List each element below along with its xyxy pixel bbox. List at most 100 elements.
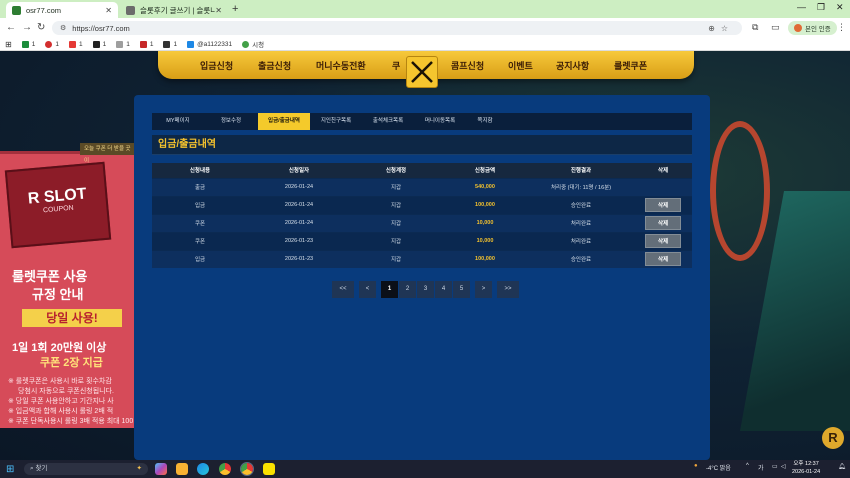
sidebar-icon[interactable]: ▭ xyxy=(771,22,780,33)
column-header: 신청내용 xyxy=(152,163,248,178)
bookmark-item[interactable]: 1 xyxy=(68,40,83,48)
bookmark-item[interactable]: 1 xyxy=(163,40,177,48)
tab-edit-info[interactable]: 정보수정 xyxy=(204,113,258,130)
banner-note: ※ 당일 쿠폰 사용안하고 기간지나 사 xyxy=(8,398,114,405)
nav-notice[interactable]: 공지사항 xyxy=(556,59,589,72)
bookmarks-bar: ⊞ 1 1 1 1 1 1 1 @a1122331 시청 xyxy=(0,38,850,51)
nav-deposit[interactable]: 입금신청 xyxy=(200,59,233,72)
table-row: 입금 2026-01-23 지갑 100,000 승인완료 삭제 xyxy=(152,249,692,268)
bookmark-item[interactable]: 1 xyxy=(92,40,106,48)
tab-close-icon[interactable]: ✕ xyxy=(105,6,112,15)
banner-tag: 당일 사용! xyxy=(22,309,122,327)
notification-bell-icon[interactable]: 🔔︎ xyxy=(838,463,846,470)
network-icon[interactable]: ▭ xyxy=(772,463,778,470)
delete-button[interactable]: 삭제 xyxy=(645,198,681,212)
page-button-5[interactable]: 5 xyxy=(453,281,470,298)
nav-event[interactable]: 이벤트 xyxy=(508,59,533,72)
page-button-3[interactable]: 3 xyxy=(417,281,434,298)
tab-close-icon[interactable]: ✕ xyxy=(215,6,222,15)
copilot-sparkle-icon: ✦ xyxy=(136,465,142,472)
photos-app-icon[interactable] xyxy=(155,463,167,475)
cell-account: 지갑 xyxy=(350,231,442,250)
reload-icon[interactable]: ↻ xyxy=(37,22,45,33)
nav-roulette-coupon[interactable]: 룰렛쿠폰 xyxy=(614,59,647,72)
apps-grid-icon[interactable]: ⊞ xyxy=(5,40,12,49)
browser-tab-osr77[interactable]: osr77.com ✕ xyxy=(6,2,118,18)
clock-time: 오후 12:37 xyxy=(793,461,819,467)
cell-type: 쿠폰 xyxy=(152,213,248,232)
cell-type: 입금 xyxy=(152,195,248,214)
nav-withdraw[interactable]: 출금신청 xyxy=(258,59,291,72)
delete-button[interactable]: 삭제 xyxy=(645,216,681,230)
cell-result: 승인완료 xyxy=(528,249,634,268)
close-window-icon[interactable]: ✕ xyxy=(836,2,844,13)
column-header: 진행결과 xyxy=(528,163,634,178)
chrome-profile-icon[interactable] xyxy=(240,462,254,476)
page-button-4[interactable]: 4 xyxy=(435,281,452,298)
bookmark-item[interactable]: @a1122331 xyxy=(187,40,232,48)
nav-coupon[interactable]: 쿠 xyxy=(392,59,400,72)
banner-note: 당첨시 자동으로 쿠폰신청됩니다. xyxy=(18,388,114,395)
sticky-notes-icon[interactable] xyxy=(176,463,188,475)
edge-browser-icon[interactable] xyxy=(197,463,209,475)
tab-money-move-list[interactable]: 머니이동목록 xyxy=(414,113,466,130)
last-page-button[interactable]: >> xyxy=(497,281,519,298)
cell-amount: 10,000 xyxy=(442,213,528,232)
menu-icon[interactable]: ⋮ xyxy=(837,22,846,33)
extensions-icon[interactable]: ⧉ xyxy=(752,22,758,33)
tray-overflow-icon[interactable]: ^ xyxy=(746,463,749,469)
cell-delete: 삭제 xyxy=(634,231,692,250)
taskbar-search[interactable]: ⌕ 찾기 ✦ xyxy=(24,463,148,475)
tab-friend-list[interactable]: 지인친구목록 xyxy=(310,113,362,130)
bookmark-item[interactable]: 시청 xyxy=(242,39,264,49)
kakaotalk-icon[interactable] xyxy=(263,463,275,475)
maximize-icon[interactable]: ❐ xyxy=(817,2,825,13)
site-info-icon[interactable]: ⚙ xyxy=(60,24,66,32)
delete-button[interactable]: 삭제 xyxy=(645,234,681,248)
bookmark-item[interactable]: 1 xyxy=(21,40,35,48)
bookmark-item[interactable]: 1 xyxy=(139,40,153,48)
browser-tab-review[interactable]: 슬롯후기 글쓰기 | 슬롯나라 - .. ✕ xyxy=(120,2,228,18)
chrome-browser-icon[interactable] xyxy=(219,463,231,475)
table-row: 출금 2026-01-24 지갑 540,000 처리중 (대기: 11명 / … xyxy=(152,177,692,196)
volume-icon[interactable]: ◁ xyxy=(781,463,786,470)
nav-comp[interactable]: 콤프신청 xyxy=(451,59,484,72)
weather-text[interactable]: -4°C 맑음 xyxy=(706,463,731,472)
cell-amount: 10,000 xyxy=(442,231,528,250)
bookmark-item[interactable]: 1 xyxy=(45,40,59,48)
tab-deposit-withdraw-history[interactable]: 입금/출금내역 xyxy=(258,113,310,130)
back-icon[interactable]: ← xyxy=(6,22,16,33)
cell-result: 처리완료 xyxy=(528,231,634,250)
tab-messages[interactable]: 쪽지함 xyxy=(466,113,504,130)
clock-date: 2026-01-24 xyxy=(792,468,821,475)
nav-money-transfer[interactable]: 머니수동전환 xyxy=(316,59,366,72)
next-page-button[interactable]: > xyxy=(475,281,492,298)
korean-ime-icon[interactable]: 가 xyxy=(758,463,764,472)
page-button-1[interactable]: 1 xyxy=(381,281,398,298)
address-bar[interactable]: ⚙ https://osr77.com ⊕☆ xyxy=(52,21,742,35)
page-button-2[interactable]: 2 xyxy=(399,281,416,298)
address-text: https://osr77.com xyxy=(72,23,130,33)
prev-page-button[interactable]: < xyxy=(359,281,376,298)
cell-result: 처리중 (대기: 11명 / 16분) xyxy=(528,177,634,196)
tab-attendance-list[interactable]: 출석체크목록 xyxy=(362,113,414,130)
cell-delete: 삭제 xyxy=(634,213,692,232)
table-row: 쿠폰 2026-01-23 지갑 10,000 처리완료 삭제 xyxy=(152,231,692,250)
bookmark-star-icon[interactable]: ⊕☆ xyxy=(708,24,734,33)
tab-mypage[interactable]: MY페이지 xyxy=(152,113,204,130)
profile-button[interactable]: 본인 인증 xyxy=(788,21,837,35)
tab-title: osr77.com xyxy=(26,5,62,15)
delete-button[interactable]: 삭제 xyxy=(645,252,681,267)
browser-toolbar: ← → ↻ ⚙ https://osr77.com ⊕☆ ⧉ ▭ 본인 인증 ⋮ xyxy=(0,18,850,38)
system-clock[interactable]: 오후 12:37 2026-01-24 xyxy=(792,461,820,476)
windows-start-icon[interactable]: ⊞ xyxy=(6,464,14,475)
first-page-button[interactable]: << xyxy=(332,281,354,298)
page-viewport: R SLOT COUPON 룰렛쿠폰 사용 규정 안내 당일 사용! 1일 1회… xyxy=(0,51,850,460)
table-row: 입금 2026-01-24 지갑 100,000 승인완료 삭제 xyxy=(152,195,692,214)
modal-close-button[interactable] xyxy=(406,56,438,88)
cell-account: 지갑 xyxy=(350,195,442,214)
forward-icon[interactable]: → xyxy=(22,22,32,33)
minimize-icon[interactable]: — xyxy=(797,2,806,12)
new-tab-icon[interactable]: + xyxy=(232,3,238,15)
bookmark-item[interactable]: 1 xyxy=(116,40,130,48)
